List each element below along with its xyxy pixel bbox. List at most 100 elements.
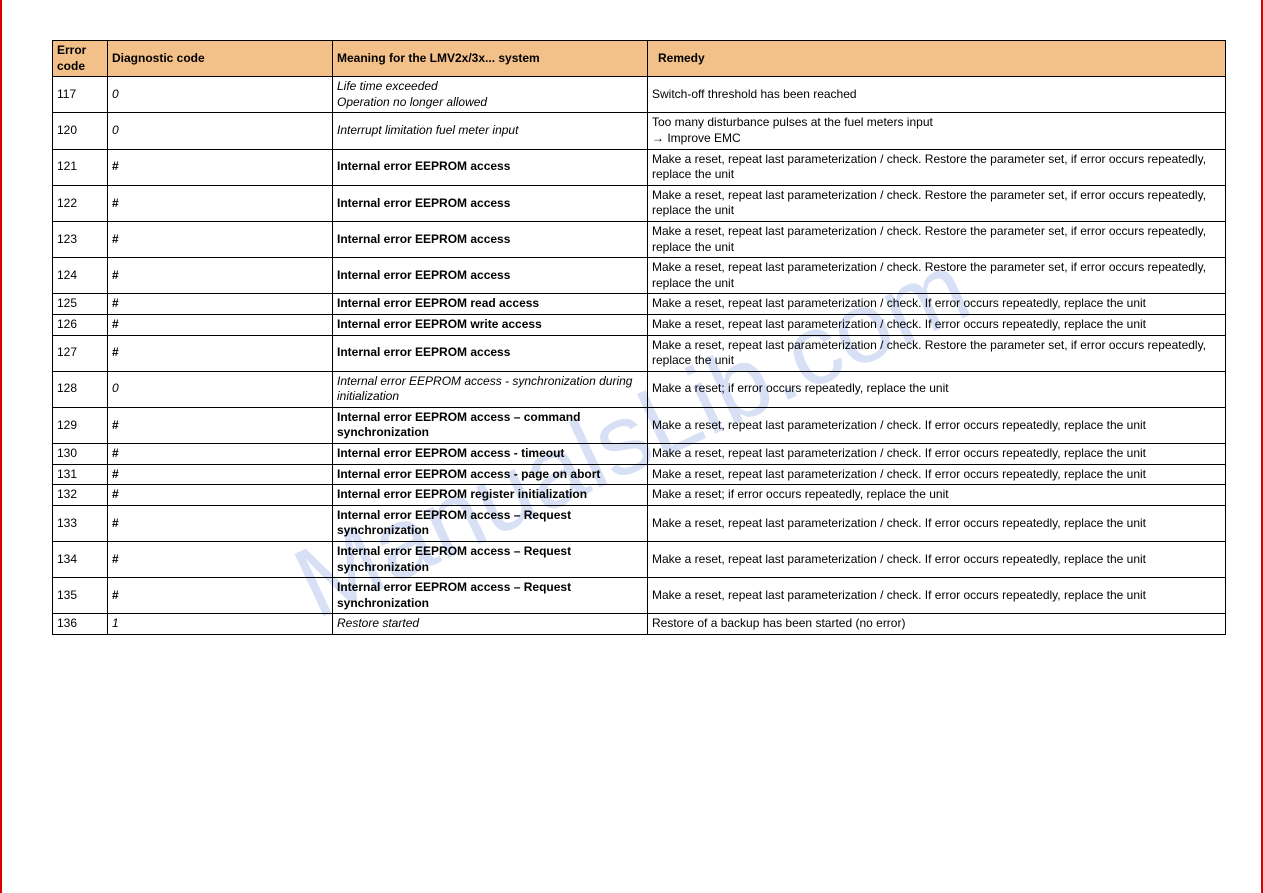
cell-remedy: Make a reset, repeat last parameterizati… — [648, 505, 1226, 541]
cell-diagnostic-code: # — [108, 149, 333, 185]
meaning-line: Internal error EEPROM access - synchroni… — [337, 374, 643, 405]
cell-error-code: 122 — [53, 185, 108, 221]
table-row: 127#Internal error EEPROM accessMake a r… — [53, 335, 1226, 371]
table-body: 1170Life time exceededOperation no longe… — [53, 77, 1226, 635]
header-error-code: Error code — [53, 41, 108, 77]
cell-diagnostic-code: # — [108, 444, 333, 465]
cell-remedy: Make a reset, repeat last parameterizati… — [648, 407, 1226, 443]
cell-error-code: 128 — [53, 371, 108, 407]
cell-meaning: Internal error EEPROM access – Request s… — [333, 505, 648, 541]
cell-meaning: Internal error EEPROM access — [333, 185, 648, 221]
cell-meaning: Internal error EEPROM access - synchroni… — [333, 371, 648, 407]
cell-diagnostic-code: # — [108, 464, 333, 485]
cell-diagnostic-code: # — [108, 505, 333, 541]
meaning-line: Internal error EEPROM access – Request s… — [337, 508, 643, 539]
cell-remedy: Make a reset, repeat last parameterizati… — [648, 444, 1226, 465]
table-row: 123#Internal error EEPROM access Make a r… — [53, 221, 1226, 257]
cell-meaning: Internal error EEPROM access - page on a… — [333, 464, 648, 485]
cell-meaning: Interrupt limitation fuel meter input — [333, 113, 648, 149]
meaning-line: Internal error EEPROM access - page on a… — [337, 467, 643, 483]
cell-diagnostic-code: # — [108, 335, 333, 371]
table-row: 131#Internal error EEPROM access - page … — [53, 464, 1226, 485]
meaning-line: Restore started — [337, 616, 643, 632]
cell-remedy: Make a reset, repeat last parameterizati… — [648, 464, 1226, 485]
cell-remedy: Too many disturbance pulses at the fuel … — [648, 113, 1226, 149]
meaning-line: Operation no longer allowed — [337, 95, 643, 111]
table-row: 130#Internal error EEPROM access - timeo… — [53, 444, 1226, 465]
table-row: 126#Internal error EEPROM write access Ma… — [53, 314, 1226, 335]
cell-meaning: Life time exceededOperation no longer al… — [333, 77, 648, 113]
table-row: 124#Internal error EEPROM access Make a r… — [53, 258, 1226, 294]
cell-diagnostic-code: 0 — [108, 371, 333, 407]
meaning-line: Internal error EEPROM access – Request s… — [337, 580, 643, 611]
table-row: 1361Restore startedRestore of a backup h… — [53, 614, 1226, 635]
table-row: 1170Life time exceededOperation no longe… — [53, 77, 1226, 113]
cell-error-code: 124 — [53, 258, 108, 294]
cell-error-code: 117 — [53, 77, 108, 113]
meaning-line: Internal error EEPROM access — [337, 268, 643, 284]
meaning-line: Internal error EEPROM write access — [337, 317, 643, 333]
meaning-line: Internal error EEPROM access — [337, 345, 643, 361]
cell-remedy: Make a reset, repeat last parameterizati… — [648, 578, 1226, 614]
meaning-line: Interrupt limitation fuel meter input — [337, 123, 643, 139]
cell-meaning: Internal error EEPROM read access — [333, 294, 648, 315]
cell-remedy: Make a reset; if error occurs repeatedly… — [648, 371, 1226, 407]
cell-meaning: Internal error EEPROM access – Request s… — [333, 542, 648, 578]
table-row: 1280Internal error EEPROM access - synch… — [53, 371, 1226, 407]
cell-meaning: Internal error EEPROM access — [333, 221, 648, 257]
table-row: 121#Internal error EEPROM accessMake a r… — [53, 149, 1226, 185]
cell-remedy: Switch-off threshold has been reached — [648, 77, 1226, 113]
cell-diagnostic-code: # — [108, 542, 333, 578]
cell-remedy: Make a reset, repeat last parameterizati… — [648, 258, 1226, 294]
cell-error-code: 135 — [53, 578, 108, 614]
cell-diagnostic-code: # — [108, 258, 333, 294]
cell-diagnostic-code: # — [108, 485, 333, 506]
meaning-line: Internal error EEPROM access — [337, 196, 643, 212]
meaning-line: Internal error EEPROM access — [337, 159, 643, 175]
cell-error-code: 130 — [53, 444, 108, 465]
cell-remedy: Make a reset, repeat last parameterizati… — [648, 542, 1226, 578]
cell-meaning: Restore started — [333, 614, 648, 635]
table-row: 135#Internal error EEPROM access – Reque… — [53, 578, 1226, 614]
cell-meaning: Internal error EEPROM register initializ… — [333, 485, 648, 506]
cell-error-code: 123 — [53, 221, 108, 257]
cell-diagnostic-code: 1 — [108, 614, 333, 635]
cell-diagnostic-code: # — [108, 314, 333, 335]
table-row: 125#Internal error EEPROM read accessMak… — [53, 294, 1226, 315]
cell-remedy: Make a reset, repeat last parameterizati… — [648, 294, 1226, 315]
document-page: ManualsLib.com Error code Diagnostic cod… — [0, 0, 1263, 893]
cell-error-code: 125 — [53, 294, 108, 315]
cell-diagnostic-code: 0 — [108, 113, 333, 149]
cell-remedy: Make a reset; if error occurs repeatedly… — [648, 485, 1226, 506]
cell-meaning: Internal error EEPROM access — [333, 335, 648, 371]
table-header-row: Error code Diagnostic code Meaning for t… — [53, 41, 1226, 77]
cell-meaning: Internal error EEPROM access — [333, 149, 648, 185]
cell-remedy: Make a reset, repeat last parameterizati… — [648, 314, 1226, 335]
cell-diagnostic-code: # — [108, 185, 333, 221]
table-row: 122#Internal error EEPROM access Make a r… — [53, 185, 1226, 221]
cell-error-code: 134 — [53, 542, 108, 578]
cell-remedy: Make a reset, repeat last parameterizati… — [648, 335, 1226, 371]
cell-diagnostic-code: # — [108, 294, 333, 315]
cell-remedy: Make a reset, repeat last parameterizati… — [648, 221, 1226, 257]
cell-error-code: 131 — [53, 464, 108, 485]
table-row: 132#Internal error EEPROM register initi… — [53, 485, 1226, 506]
meaning-line: Internal error EEPROM register initializ… — [337, 487, 643, 503]
meaning-line: Life time exceeded — [337, 79, 643, 95]
cell-error-code: 132 — [53, 485, 108, 506]
table-row: 134#Internal error EEPROM access – Reque… — [53, 542, 1226, 578]
header-remedy: Remedy — [648, 41, 1226, 77]
cell-remedy: Make a reset, repeat last parameterizati… — [648, 185, 1226, 221]
cell-meaning: Internal error EEPROM access – command s… — [333, 407, 648, 443]
header-meaning: Meaning for the LMV2x/3x... system — [333, 41, 648, 77]
cell-meaning: Internal error EEPROM access - timeout — [333, 444, 648, 465]
cell-error-code: 136 — [53, 614, 108, 635]
meaning-line: Internal error EEPROM access — [337, 232, 643, 248]
cell-error-code: 121 — [53, 149, 108, 185]
cell-error-code: 126 — [53, 314, 108, 335]
cell-diagnostic-code: # — [108, 407, 333, 443]
cell-meaning: Internal error EEPROM access – Request s… — [333, 578, 648, 614]
cell-diagnostic-code: # — [108, 221, 333, 257]
cell-error-code: 120 — [53, 113, 108, 149]
table-row: 1200Interrupt limitation fuel meter inpu… — [53, 113, 1226, 149]
